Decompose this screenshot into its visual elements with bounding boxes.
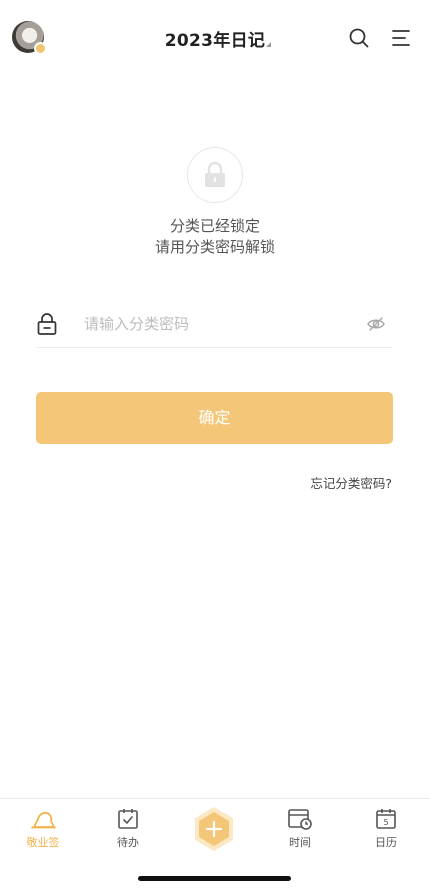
tab-label: 日历 xyxy=(375,836,397,849)
menu-icon[interactable] xyxy=(390,27,412,49)
password-lock-icon xyxy=(37,312,57,340)
tab-daiban[interactable]: 待办 xyxy=(98,807,158,855)
calendar-icon: 5 xyxy=(376,809,396,829)
lock-message-line2: 请用分类密码解锁 xyxy=(154,238,275,256)
add-icon xyxy=(195,807,233,851)
tab-jingye[interactable]: 敬业签 xyxy=(13,807,73,855)
confirm-button[interactable]: 确定 xyxy=(36,392,393,444)
home-indicator xyxy=(138,876,291,881)
eye-closed-icon[interactable] xyxy=(366,314,386,338)
header: 2023年日记 xyxy=(0,0,430,76)
dropdown-caret-icon xyxy=(266,42,271,47)
todo-calendar-icon xyxy=(118,809,138,829)
cloud-note-icon xyxy=(31,811,56,829)
time-calendar-icon xyxy=(288,809,312,830)
password-input[interactable] xyxy=(84,312,354,336)
tab-shijian[interactable]: 时间 xyxy=(270,807,330,855)
page: 2023年日记 分类已经锁定 请用分类密码解锁 确定 忘记分类密码? 敬业签 待… xyxy=(0,0,430,892)
add-button[interactable] xyxy=(192,805,236,853)
tab-rili[interactable]: 5 日历 xyxy=(356,807,416,855)
lock-circle xyxy=(187,147,243,203)
tab-label: 待办 xyxy=(117,836,139,849)
page-title[interactable]: 2023年日记 xyxy=(165,26,265,51)
lock-message-line1: 分类已经锁定 xyxy=(169,217,260,235)
tab-label: 敬业签 xyxy=(26,836,60,849)
tab-label: 时间 xyxy=(289,836,311,849)
password-row xyxy=(36,304,392,348)
lock-icon xyxy=(205,161,225,187)
calendar-day-number: 5 xyxy=(383,818,388,827)
search-icon[interactable] xyxy=(348,27,370,49)
forgot-password-link[interactable]: 忘记分类密码? xyxy=(310,473,392,492)
